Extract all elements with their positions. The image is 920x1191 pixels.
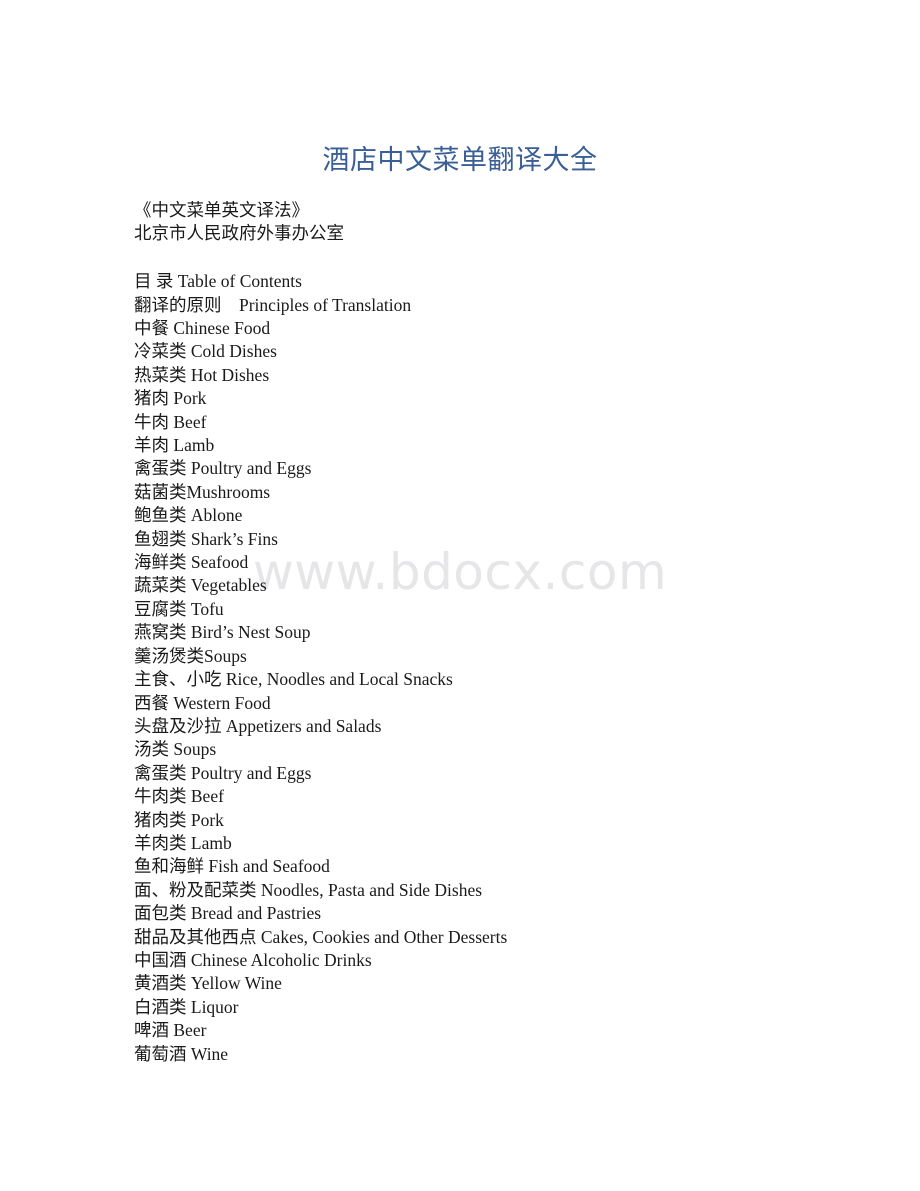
toc-item: 豆腐类 Tofu	[134, 598, 224, 619]
toc-item: 翻译的原则 Principles of Translation	[134, 294, 412, 315]
toc-item: 海鲜类 Seafood	[134, 552, 249, 573]
document-page: www.bdocx.com 酒店中文菜单翻译大全 《中文菜单英文译法》 北京市人…	[0, 0, 920, 1191]
toc-item: 鱼和海鲜 Fish and Seafood	[134, 856, 330, 877]
toc-item: 啤酒 Beer	[134, 1020, 207, 1041]
toc-item: 热菜类 Hot Dishes	[134, 364, 270, 385]
toc-item: 冷菜类 Cold Dishes	[134, 341, 277, 362]
toc-item: 中餐 Chinese Food	[134, 318, 271, 339]
header-line-source-title: 《中文菜单英文译法》	[134, 201, 309, 221]
toc-item: 猪肉类 Pork	[134, 809, 224, 830]
toc-item: 面包类 Bread and Pastries	[134, 903, 322, 924]
toc-item: 牛肉类 Beef	[134, 786, 224, 807]
toc-item: 燕窝类 Bird’s Nest Soup	[134, 622, 311, 643]
toc-item: 羹汤煲类Soups	[134, 645, 247, 666]
table-of-contents-list: 目 录 Table of Contents 翻译的原则 Principles o…	[134, 270, 860, 1066]
toc-item: 羊肉 Lamb	[134, 435, 215, 456]
toc-item: 白酒类 Liquor	[134, 996, 239, 1017]
toc-item: 禽蛋类 Poultry and Eggs	[134, 458, 312, 479]
document-content: 酒店中文菜单翻译大全 《中文菜单英文译法》 北京市人民政府外事办公室 目 录 T…	[0, 0, 920, 1066]
toc-item: 面、粉及配菜类 Noodles, Pasta and Side Dishes	[134, 879, 483, 900]
toc-item: 菇菌类Mushrooms	[134, 481, 271, 502]
toc-item: 猪肉 Pork	[134, 388, 207, 409]
toc-item: 西餐 Western Food	[134, 692, 271, 713]
toc-item: 羊肉类 Lamb	[134, 832, 232, 853]
toc-item: 甜品及其他西点 Cakes, Cookies and Other Dessert…	[134, 926, 508, 947]
toc-item: 禽蛋类 Poultry and Eggs	[134, 762, 312, 783]
toc-item: 鱼翅类 Shark’s Fins	[134, 528, 278, 549]
page-title: 酒店中文菜单翻译大全	[322, 145, 598, 175]
toc-item: 蔬菜类 Vegetables	[134, 575, 267, 596]
toc-item: 牛肉 Beef	[134, 411, 207, 432]
toc-item: 目 录 Table of Contents	[134, 271, 302, 292]
toc-item: 头盘及沙拉 Appetizers and Salads	[134, 715, 382, 736]
toc-item: 中国酒 Chinese Alcoholic Drinks	[134, 949, 372, 970]
header-line-publisher: 北京市人民政府外事办公室	[134, 224, 344, 245]
document-header-block: 《中文菜单英文译法》 北京市人民政府外事办公室	[134, 200, 860, 247]
toc-item: 黄酒类 Yellow Wine	[134, 973, 282, 994]
toc-item: 汤类 Soups	[134, 739, 217, 760]
toc-item: 鲍鱼类 Ablone	[134, 505, 243, 526]
toc-item: 主食、小吃 Rice, Noodles and Local Snacks	[134, 669, 453, 690]
toc-item: 葡萄酒 Wine	[134, 1043, 229, 1064]
